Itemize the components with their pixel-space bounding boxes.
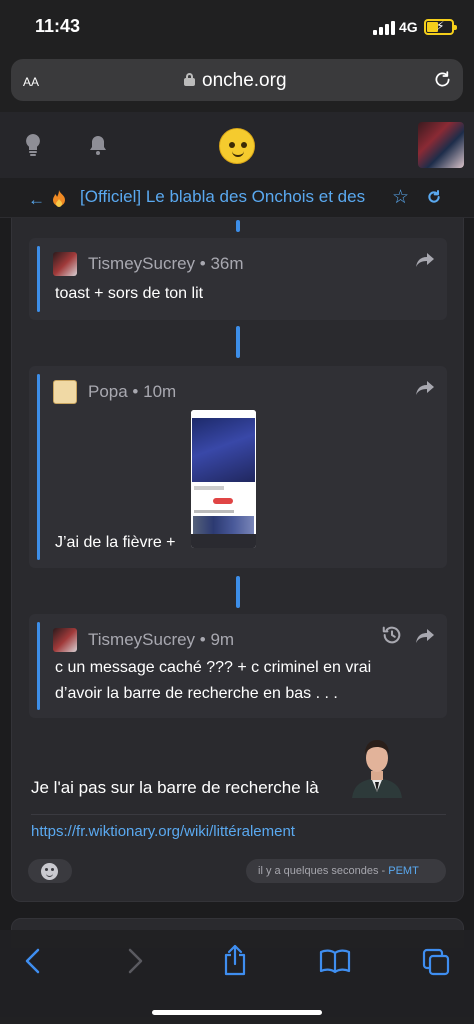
avatar [53, 628, 77, 652]
star-icon[interactable]: ☆ [392, 186, 409, 209]
bell-icon[interactable] [87, 134, 109, 156]
clock: 11:43 [35, 16, 81, 36]
share-sheet-icon[interactable] [222, 944, 248, 976]
topic-title[interactable]: [Officiel] Le blabla des Onchois et des [80, 187, 380, 207]
share-icon[interactable] [415, 252, 435, 268]
quote-text: J’ai de la fièvre + [55, 534, 176, 551]
history-icon[interactable] [381, 624, 403, 646]
fire-icon [53, 190, 65, 207]
emoji-react-icon[interactable] [28, 859, 72, 883]
back-chevron-icon[interactable] [24, 948, 42, 974]
message-meta: il y a quelques secondes - PEMT [246, 859, 446, 883]
embedded-screenshot[interactable] [191, 410, 256, 548]
topic-bar: ← [Officiel] Le blabla des Onchois et de… [0, 178, 474, 218]
quote-author[interactable]: TismeySucrey • 36m [88, 254, 244, 274]
quote-text: c un message caché ??? + c criminel en v… [55, 659, 372, 702]
avatar [53, 252, 77, 276]
avatar [53, 380, 77, 404]
tabs-icon[interactable] [422, 948, 450, 976]
signal-icon [373, 21, 395, 35]
user-avatar[interactable] [418, 122, 464, 168]
refresh-icon[interactable] [426, 189, 442, 205]
quote-text: toast + sors de ton lit [55, 285, 204, 302]
lock-icon [184, 73, 195, 86]
sticker-image [352, 740, 402, 798]
site-logo[interactable] [219, 128, 255, 164]
back-arrow-icon[interactable]: ← [28, 190, 45, 210]
quote-author[interactable]: TismeySucrey • 9m [88, 630, 234, 650]
divider [31, 814, 446, 815]
forward-chevron-icon[interactable] [126, 948, 144, 974]
home-indicator [152, 1010, 322, 1015]
share-icon[interactable] [415, 380, 435, 396]
status-bar: 11:43 4G ⚡ [0, 0, 474, 56]
battery-icon: ⚡ [424, 19, 457, 35]
share-icon[interactable] [415, 628, 435, 644]
quote-connector [236, 576, 240, 608]
url-domain[interactable]: onche.org [202, 70, 287, 92]
message-link[interactable]: https://fr.wiktionary.org/wiki/littérale… [31, 823, 295, 840]
message-card: TismeySucrey • 36m toast + sors de ton l… [11, 218, 464, 902]
quote-block: TismeySucrey • 9m c un message caché ???… [29, 614, 447, 718]
quote-connector [236, 220, 240, 232]
quote-author[interactable]: Popa • 10m [88, 382, 176, 402]
message-author[interactable]: PEMT [388, 865, 419, 877]
lightbulb-icon[interactable] [23, 133, 43, 157]
quote-connector [236, 326, 240, 358]
browser-address-area: AA onche.org [0, 56, 474, 112]
network-type: 4G [399, 19, 418, 35]
bookmarks-icon[interactable] [319, 948, 351, 974]
reload-icon[interactable] [432, 69, 453, 90]
quote-block: TismeySucrey • 36m toast + sors de ton l… [29, 238, 447, 320]
address-bar[interactable]: AA onche.org [11, 59, 463, 101]
message-text: Je l'ai pas sur la barre de recherche là [31, 778, 319, 797]
message-timestamp: il y a quelques secondes [258, 865, 379, 877]
quote-block: Popa • 10m J’ai de la fièvre + [29, 366, 447, 568]
text-size-button[interactable]: AA [23, 71, 39, 91]
site-header [0, 112, 474, 178]
